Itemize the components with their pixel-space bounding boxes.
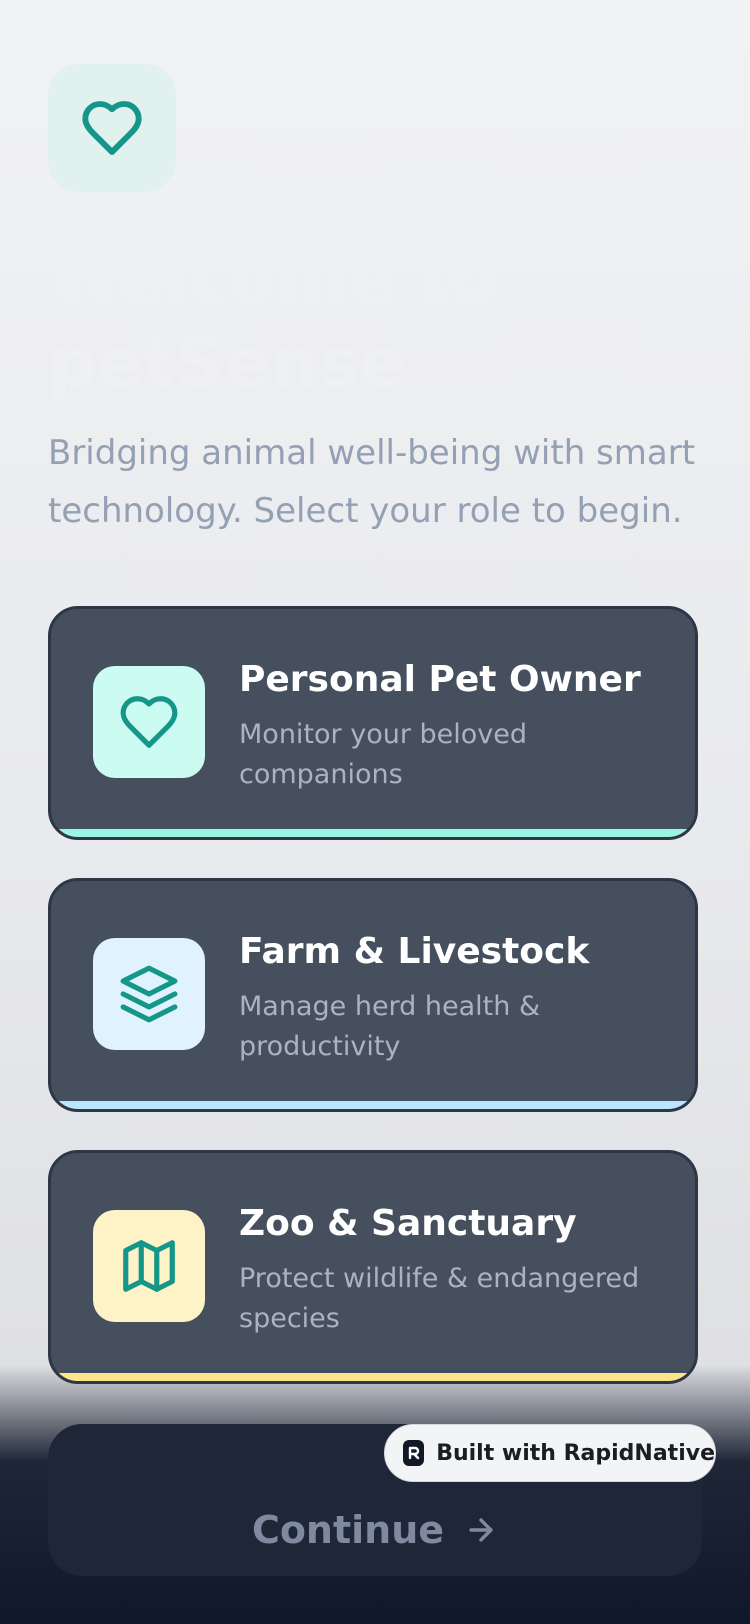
map-icon (123, 1240, 175, 1292)
heart-icon (120, 696, 178, 748)
role-accent-stripe (59, 1101, 687, 1109)
rapidnative-logo-icon (403, 1440, 425, 1466)
role-description: Protect wildlife & endangered species (239, 1263, 640, 1334)
layers-icon (120, 965, 178, 1023)
app-logo (48, 64, 176, 192)
role-accent-stripe (59, 829, 687, 837)
role-card-farm-livestock[interactable]: Farm & Livestock Manage herd health & pr… (48, 878, 698, 1112)
arrow-right-icon (469, 1518, 493, 1542)
role-accent-stripe (59, 1373, 687, 1381)
badge-label: Built with RapidNative (436, 1440, 715, 1466)
role-title: Zoo & Sanctuary (239, 1203, 577, 1244)
role-card-pet-owner[interactable]: Personal Pet Owner Monitor your beloved … (48, 606, 698, 840)
page-subtitle: Bridging animal well-being with smart te… (48, 433, 696, 531)
role-description: Manage herd health & productivity (239, 991, 541, 1062)
role-title: Personal Pet Owner (239, 659, 641, 700)
role-icon-box (93, 666, 205, 778)
role-title: Farm & Livestock (239, 931, 590, 972)
role-card-zoo-sanctuary[interactable]: Zoo & Sanctuary Protect wildlife & endan… (48, 1150, 698, 1384)
rapidnative-badge[interactable]: Built with RapidNative (384, 1424, 716, 1482)
role-icon-box (93, 938, 205, 1050)
role-icon-box (93, 1210, 205, 1322)
continue-label: Continue (251, 1508, 445, 1552)
page-title: Welcome to petSense (48, 240, 497, 403)
role-description: Monitor your beloved companions (239, 719, 528, 790)
heart-icon (82, 101, 142, 155)
